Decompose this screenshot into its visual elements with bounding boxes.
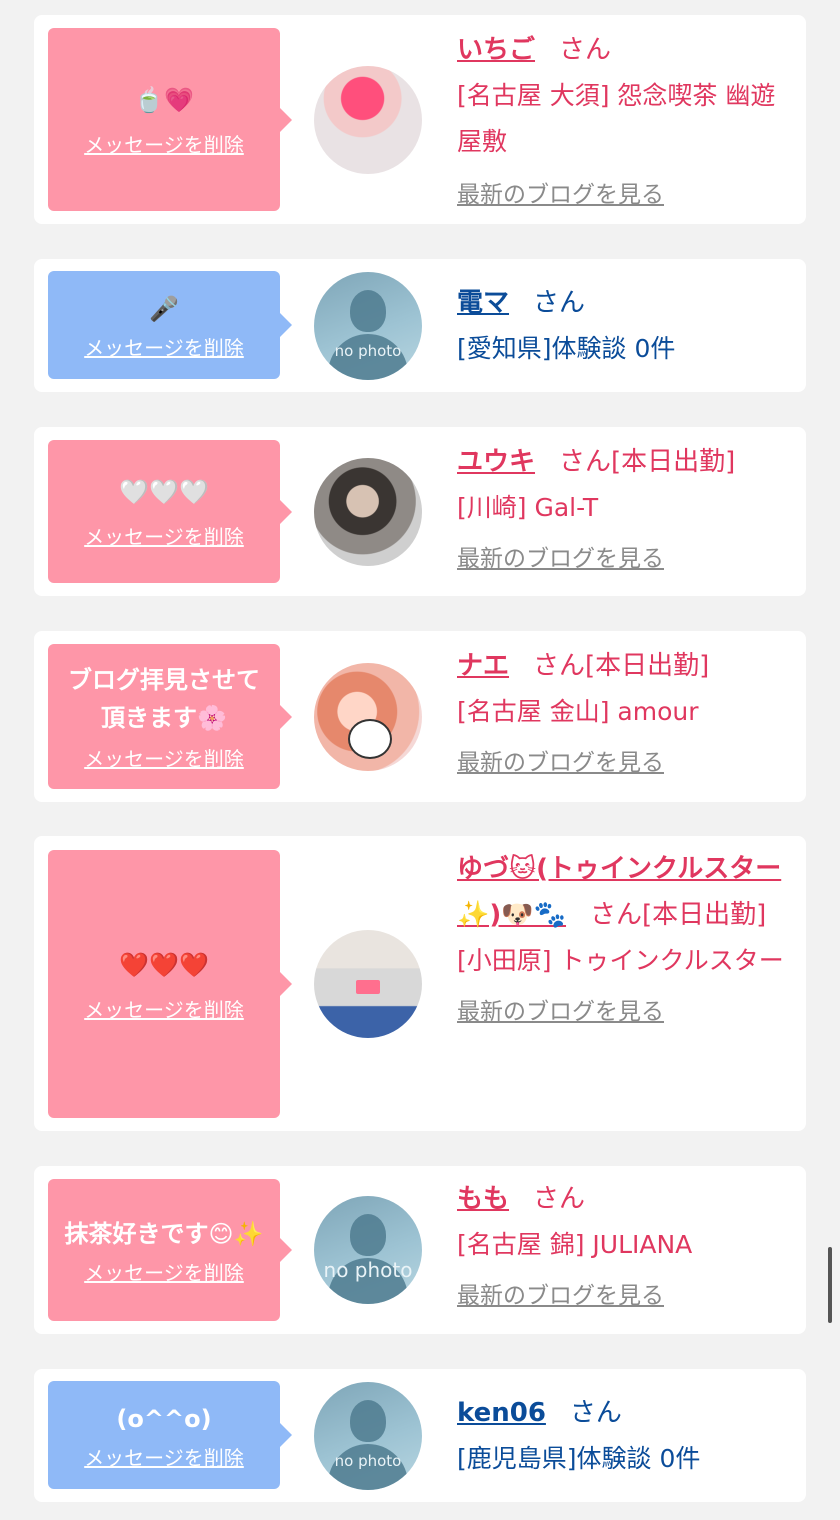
avatar[interactable] — [314, 663, 422, 771]
profile-name-link[interactable]: 電マ — [457, 288, 509, 318]
latest-blog-link[interactable]: 最新のブログを見る — [457, 992, 664, 1026]
message-bubble: 🍵💗 メッセージを削除 — [48, 28, 292, 211]
avatar[interactable] — [314, 66, 422, 174]
avatar[interactable]: no photo — [314, 1382, 422, 1490]
avatar[interactable] — [314, 930, 422, 1038]
shop-info: [川崎] Gal-T — [457, 493, 599, 522]
status-badge: [本日出勤] — [642, 900, 767, 930]
shop-info: [名古屋 大須] 怨念喫茶 幽遊屋敷 — [457, 81, 776, 156]
message-text: 抹茶好きです😊✨ — [64, 1219, 264, 1248]
delete-message-link[interactable]: メッセージを削除 — [84, 129, 244, 158]
message-bubble: (o^^o) メッセージを削除 — [48, 1381, 292, 1489]
avatar[interactable] — [314, 458, 422, 566]
delete-message-link[interactable]: メッセージを削除 — [84, 1442, 244, 1471]
list-item: ブログ拝見させて頂きます🌸 メッセージを削除 ナエ さん[本日出勤] [名古屋 金… — [34, 631, 806, 802]
honorific: さん — [533, 288, 586, 318]
list-item: 🍵💗 メッセージを削除 いちご さん [名古屋 大須] 怨念喫茶 幽遊屋敷 最新の… — [34, 15, 806, 224]
honorific: さん — [559, 447, 612, 477]
list-item: 🤍🤍🤍 メッセージを削除 ユウキ さん[本日出勤] [川崎] Gal-T 最新のブ… — [34, 427, 806, 596]
profile-info: ゆづ🐱(トゥインクルスター✨)🐶🐾 さん[本日出勤] [小田原] トゥインクルスタ… — [457, 846, 786, 1026]
delete-message-link[interactable]: メッセージを削除 — [84, 1257, 244, 1286]
profile-name-link[interactable]: ユウキ — [457, 447, 535, 477]
honorific: さん — [590, 900, 643, 930]
profile-info: いちご さん [名古屋 大須] 怨念喫茶 幽遊屋敷 最新のブログを見る — [457, 27, 786, 209]
honorific: さん — [533, 1184, 586, 1214]
list-item: 🎤 メッセージを削除 no photo 電マ さん [愛知県]体験談 0件 — [34, 259, 806, 392]
list-item: (o^^o) メッセージを削除 no photo ken06 さん [鹿児島県]体… — [34, 1369, 806, 1502]
shop-info: [名古屋 錦] JULIANA — [457, 1230, 693, 1259]
silhouette-icon — [350, 1400, 386, 1442]
message-text: (o^^o) — [116, 1404, 212, 1433]
delete-message-link[interactable]: メッセージを削除 — [84, 743, 244, 772]
latest-blog-link[interactable]: 最新のブログを見る — [457, 539, 664, 573]
silhouette-icon — [350, 290, 386, 332]
profile-name-link[interactable]: もも — [457, 1184, 509, 1214]
profile-info: ナエ さん[本日出勤] [名古屋 金山] amour 最新のブログを見る — [457, 643, 786, 777]
avatar[interactable]: no photo — [314, 1196, 422, 1304]
latest-blog-link[interactable]: 最新のブログを見る — [457, 1276, 664, 1310]
avatar[interactable]: no photo — [314, 272, 422, 380]
shop-info: [小田原] トゥインクルスター — [457, 946, 784, 975]
list-item: 抹茶好きです😊✨ メッセージを削除 no photo もも さん [名古屋 錦] … — [34, 1166, 806, 1334]
message-bubble: ブログ拝見させて頂きます🌸 メッセージを削除 — [48, 644, 292, 789]
no-photo-label: no photo — [334, 342, 402, 360]
scrollbar[interactable] — [828, 1247, 832, 1323]
message-text: 🤍🤍🤍 — [119, 478, 209, 506]
message-bubble: 🤍🤍🤍 メッセージを削除 — [48, 440, 292, 583]
profile-info: ユウキ さん[本日出勤] [川崎] Gal-T 最新のブログを見る — [457, 439, 786, 573]
message-text: 🎤 — [149, 294, 179, 323]
profile-info: もも さん [名古屋 錦] JULIANA 最新のブログを見る — [457, 1176, 786, 1310]
honorific: さん — [533, 651, 586, 681]
no-photo-label: no photo — [334, 1452, 402, 1470]
latest-blog-link[interactable]: 最新のブログを見る — [457, 743, 664, 777]
message-bubble: 抹茶好きです😊✨ メッセージを削除 — [48, 1179, 292, 1321]
profile-info: ken06 さん [鹿児島県]体験談 0件 — [457, 1390, 786, 1482]
profile-name-link[interactable]: いちご — [457, 35, 535, 65]
shop-info: [鹿児島県]体験談 0件 — [457, 1444, 701, 1473]
profile-name-link[interactable]: ナエ — [457, 651, 509, 681]
message-text: ❤️❤️❤️ — [119, 950, 209, 979]
no-photo-label: no photo — [323, 1258, 413, 1282]
latest-blog-link[interactable]: 最新のブログを見る — [457, 175, 664, 209]
message-bubble: ❤️❤️❤️ メッセージを削除 — [48, 850, 292, 1118]
shop-info: [愛知県]体験談 0件 — [457, 334, 676, 363]
delete-message-link[interactable]: メッセージを削除 — [84, 332, 244, 361]
name-badge — [356, 980, 380, 994]
list-item: ❤️❤️❤️ メッセージを削除 ゆづ🐱(トゥインクルスター✨)🐶🐾 さん[本日出勤… — [34, 836, 806, 1131]
honorific: さん — [559, 35, 612, 65]
delete-message-link[interactable]: メッセージを削除 — [84, 994, 244, 1023]
silhouette-icon — [350, 1214, 386, 1256]
profile-name-link[interactable]: ken06 — [457, 1398, 546, 1428]
message-text: ブログ拝見させて頂きます🌸 — [68, 666, 260, 732]
message-bubble: 🎤 メッセージを削除 — [48, 271, 292, 379]
message-text: 🍵💗 — [134, 86, 194, 114]
status-badge: [本日出勤] — [611, 447, 736, 477]
delete-message-link[interactable]: メッセージを削除 — [84, 521, 244, 550]
honorific: さん — [569, 1398, 622, 1428]
sticker-icon — [348, 719, 392, 759]
shop-info: [名古屋 金山] amour — [457, 697, 699, 726]
profile-info: 電マ さん [愛知県]体験談 0件 — [457, 280, 786, 372]
status-badge: [本日出勤] — [585, 651, 710, 681]
